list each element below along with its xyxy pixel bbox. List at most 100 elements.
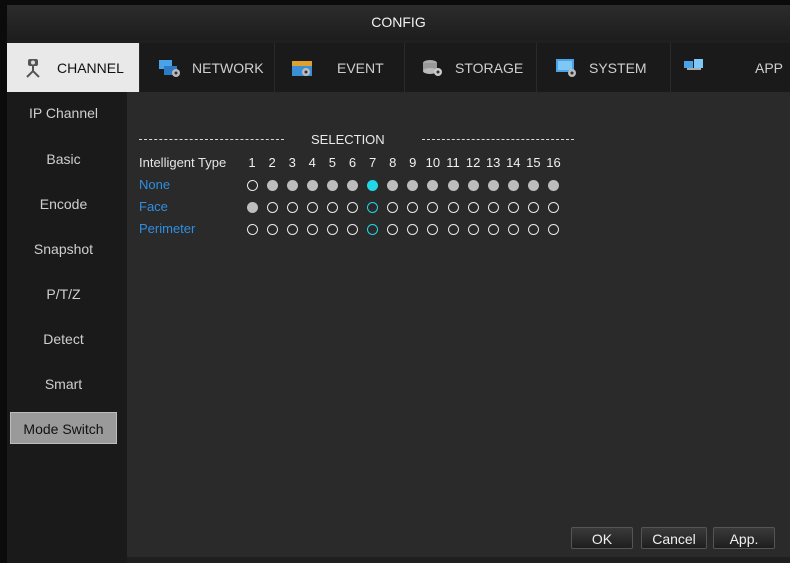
mode-radio[interactable] xyxy=(326,224,338,235)
mode-radio[interactable] xyxy=(427,202,439,213)
network-icon xyxy=(158,57,182,79)
mode-radio[interactable] xyxy=(527,202,539,213)
mode-radio[interactable] xyxy=(266,180,278,191)
mode-radio[interactable] xyxy=(387,202,399,213)
sidebar-item-detect[interactable]: Detect xyxy=(10,323,117,355)
tab-app[interactable]: APP xyxy=(671,43,790,92)
mode-radio[interactable] xyxy=(306,180,318,191)
channel-number: 2 xyxy=(268,155,276,170)
tab-label: APP xyxy=(755,59,784,76)
sidebar-item-mode-switch[interactable]: Mode Switch xyxy=(10,412,117,444)
mode-radio[interactable] xyxy=(246,224,258,235)
mode-radio[interactable] xyxy=(467,180,479,191)
mode-radio[interactable] xyxy=(487,202,499,213)
channel-number: 9 xyxy=(409,155,417,170)
sidebar-item-encode[interactable]: Encode xyxy=(10,188,117,220)
mode-label: None xyxy=(139,177,171,192)
channel-number: 1 xyxy=(248,155,256,170)
channel-number: 7 xyxy=(368,155,377,170)
sidebar-item-ip-channel[interactable]: IP Channel xyxy=(10,97,117,129)
tab-event[interactable]: EVENT xyxy=(275,43,405,92)
app-icon xyxy=(683,57,707,79)
storage-icon xyxy=(421,57,445,79)
selection-header: SELECTION xyxy=(139,132,579,148)
sidebar: IP Channel Basic Encode Snapshot P/T/Z D… xyxy=(7,92,127,563)
mode-radio[interactable] xyxy=(306,224,318,235)
mode-row-face: Face xyxy=(139,199,599,217)
mode-radio[interactable] xyxy=(286,224,298,235)
mode-radio[interactable] xyxy=(487,180,499,191)
mode-label: Perimeter xyxy=(139,221,196,236)
tab-network[interactable]: NETWORK xyxy=(140,43,275,92)
mode-radio[interactable] xyxy=(347,202,358,213)
mode-radio[interactable] xyxy=(427,224,439,235)
channel-number: 8 xyxy=(389,155,397,170)
mode-radio[interactable] xyxy=(548,224,559,235)
mode-radio[interactable] xyxy=(347,224,358,235)
mode-radio[interactable] xyxy=(548,202,559,213)
mode-radio[interactable] xyxy=(507,202,519,213)
channel-number: 5 xyxy=(328,155,336,170)
tab-label: CHANNEL xyxy=(57,59,124,76)
mode-radio[interactable] xyxy=(246,180,258,191)
mode-radio[interactable] xyxy=(266,224,278,235)
tab-label: EVENT xyxy=(337,59,384,76)
tab-storage[interactable]: STORAGE xyxy=(405,43,537,92)
mode-radio[interactable] xyxy=(306,202,318,213)
mode-radio[interactable] xyxy=(527,180,539,191)
sidebar-item-ptz[interactable]: P/T/Z xyxy=(10,278,117,310)
main-tabs: CHANNEL NETWORK EVENT STORAGE SYSTEM APP xyxy=(7,43,790,92)
tab-channel[interactable]: CHANNEL xyxy=(7,43,140,92)
mode-radio[interactable] xyxy=(487,224,499,235)
intelligent-type-label: Intelligent Type xyxy=(139,155,227,170)
window-title: CONFIG xyxy=(7,5,790,40)
sidebar-item-basic[interactable]: Basic xyxy=(10,143,117,175)
tab-label: STORAGE xyxy=(455,59,524,76)
mode-radio[interactable] xyxy=(447,224,459,235)
apply-button[interactable]: App. xyxy=(713,527,775,549)
mode-radio[interactable] xyxy=(548,180,559,191)
channel-number: 15 xyxy=(526,155,541,170)
channel-number: 3 xyxy=(288,155,296,170)
sidebar-item-snapshot[interactable]: Snapshot xyxy=(10,233,117,265)
channel-number-row: Intelligent Type 1 2 3 4 5 6 7 8 9 10 11 12 13 14 15 16 xyxy=(139,155,599,173)
mode-radio[interactable] xyxy=(427,180,439,191)
ok-button[interactable]: OK xyxy=(571,527,633,549)
sidebar-item-smart[interactable]: Smart xyxy=(10,368,117,400)
channel-number: 14 xyxy=(506,155,521,170)
event-icon xyxy=(291,57,315,79)
mode-radio[interactable] xyxy=(447,180,459,191)
cancel-button[interactable]: Cancel xyxy=(641,527,707,549)
mode-radio[interactable] xyxy=(387,180,399,191)
channel-number: 11 xyxy=(446,155,460,170)
mode-radio[interactable] xyxy=(286,180,298,191)
tab-label: SYSTEM xyxy=(589,59,647,76)
mode-radio[interactable] xyxy=(467,202,479,213)
mode-radio[interactable] xyxy=(467,224,479,235)
mode-radio[interactable] xyxy=(507,180,519,191)
mode-radio[interactable] xyxy=(347,180,358,191)
mode-radio[interactable] xyxy=(266,202,278,213)
mode-radio[interactable] xyxy=(326,202,338,213)
mode-radio[interactable] xyxy=(367,202,379,213)
channel-number: 16 xyxy=(546,155,561,170)
mode-radio[interactable] xyxy=(246,202,258,213)
mode-radio[interactable] xyxy=(447,202,459,213)
mode-radio[interactable] xyxy=(387,224,399,235)
mode-switch-panel: SELECTION Intelligent Type 1 2 3 4 5 6 7 8 9 10 11… xyxy=(127,92,790,557)
config-window: CONFIG CHANNEL NETWORK EVENT STORAGE SYS… xyxy=(7,5,790,563)
mode-radio[interactable] xyxy=(407,202,419,213)
channel-number: 12 xyxy=(465,155,481,170)
tab-system[interactable]: SYSTEM xyxy=(537,43,671,92)
mode-radio[interactable] xyxy=(326,180,338,191)
mode-radio[interactable] xyxy=(527,224,539,235)
mode-radio[interactable] xyxy=(507,224,519,235)
divider xyxy=(139,139,284,140)
mode-radio[interactable] xyxy=(407,224,419,235)
camera-icon xyxy=(23,57,47,79)
mode-row-perimeter: Perimeter xyxy=(139,221,599,239)
mode-radio[interactable] xyxy=(286,202,298,213)
mode-radio[interactable] xyxy=(367,224,379,235)
mode-radio[interactable] xyxy=(367,180,379,191)
mode-radio[interactable] xyxy=(407,180,419,191)
